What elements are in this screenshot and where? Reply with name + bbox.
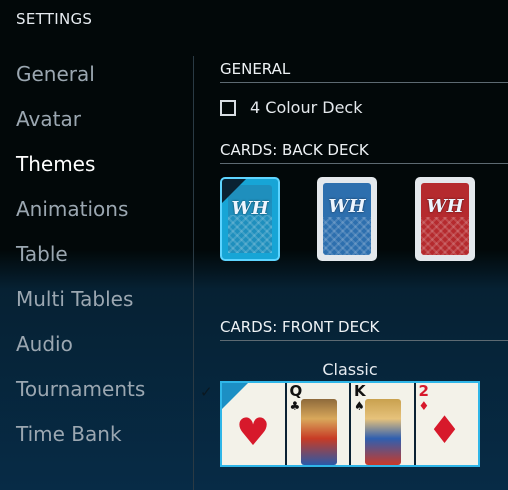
- front-deck-heading: CARDS: FRONT DECK: [220, 318, 508, 341]
- settings-title: SETTINGS: [16, 10, 93, 28]
- sidebar-item-animations[interactable]: Animations: [16, 193, 145, 238]
- selected-check-icon: ✓: [222, 179, 246, 203]
- club-suit-icon: ♣: [289, 399, 301, 413]
- spade-suit-icon: ♠: [354, 399, 365, 413]
- king-face-art: [365, 399, 401, 465]
- back-deck-option-red[interactable]: WH: [415, 177, 475, 261]
- four-colour-deck-label: 4 Colour Deck: [250, 98, 363, 117]
- card-back-logo: WH: [328, 196, 366, 217]
- sidebar-item-themes[interactable]: Themes: [16, 148, 145, 193]
- sidebar-item-avatar[interactable]: Avatar: [16, 103, 145, 148]
- front-deck-option-label: Classic: [322, 360, 378, 379]
- four-colour-deck-checkbox[interactable]: [220, 99, 236, 116]
- card-back-pattern: [228, 215, 272, 253]
- card-back-pattern: [421, 217, 469, 255]
- selected-check-icon: ✓: [200, 383, 248, 409]
- card-two-diamonds: 2 ♦ ♦: [415, 382, 478, 465]
- sidebar-divider: [193, 56, 194, 490]
- sidebar-item-multi-tables[interactable]: Multi Tables: [16, 283, 145, 328]
- card-rank: K: [354, 382, 366, 400]
- sidebar-item-general[interactable]: General: [16, 58, 145, 103]
- four-colour-deck-toggle[interactable]: 4 Colour Deck: [220, 98, 363, 117]
- card-rank: Q: [289, 382, 303, 400]
- card-king-spades: K ♠: [351, 383, 416, 465]
- card-back-logo: WH: [426, 196, 464, 217]
- card-back-face: WH: [323, 183, 371, 255]
- back-deck-option-blue-light[interactable]: WH ✓: [220, 177, 280, 261]
- card-queen-clubs: Q ♣: [286, 382, 351, 465]
- card-rank: 2: [418, 382, 429, 400]
- settings-sidebar: General Avatar Themes Animations Table M…: [16, 58, 145, 463]
- card-back-pattern: [323, 217, 371, 255]
- queen-face-art: [300, 399, 337, 465]
- sidebar-item-time-bank[interactable]: Time Bank: [16, 418, 145, 463]
- sidebar-item-tournaments[interactable]: Tournaments: [16, 373, 145, 418]
- diamond-suit-icon: ♦: [427, 408, 462, 452]
- general-heading: GENERAL: [220, 60, 508, 83]
- sidebar-item-table[interactable]: Table: [16, 238, 145, 283]
- back-deck-heading: CARDS: BACK DECK: [220, 141, 508, 164]
- front-deck-option-classic[interactable]: ✓ ♥ Q ♣ K ♠ 2 ♦ ♦: [200, 381, 480, 467]
- heart-suit-icon: ♥: [236, 410, 271, 454]
- back-deck-option-blue[interactable]: WH: [317, 177, 377, 261]
- sidebar-item-audio[interactable]: Audio: [16, 328, 145, 373]
- card-back-face: WH: [421, 183, 469, 255]
